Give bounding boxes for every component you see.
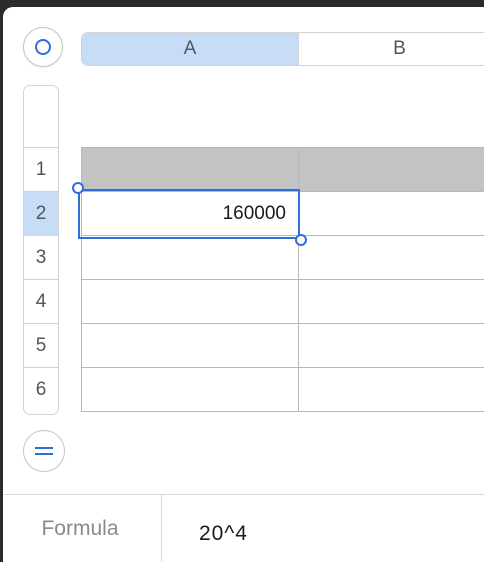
formula-input[interactable]: 20^4 [199,495,248,562]
cell-b1[interactable] [299,148,484,191]
cell-a3[interactable] [82,236,299,279]
row-header-4[interactable]: 4 [24,280,58,324]
table-row [82,368,484,412]
selection-handle-bottom-right[interactable] [295,234,307,246]
row-header-spacer [24,86,58,148]
cell-b3[interactable] [299,236,484,279]
selection-handle-top-left[interactable] [72,182,84,194]
cell-b6[interactable] [299,368,484,411]
cell-b4[interactable] [299,280,484,323]
spreadsheet-window: A B 1 2 3 4 5 6 160000 Formula 20^4 [3,7,484,562]
table-row [82,236,484,280]
column-header-b[interactable]: B [299,33,484,65]
cell-grid: 160000 [81,147,484,412]
formula-bar: Formula 20^4 [3,494,484,562]
row-header-bar: 1 2 3 4 5 6 [23,85,59,415]
formula-toggle-button[interactable] [23,430,65,472]
cell-b5[interactable] [299,324,484,367]
formula-label: Formula [3,495,162,562]
table-row: 160000 [82,192,484,236]
table-row [82,280,484,324]
circle-select-icon [35,39,51,55]
table-row [82,324,484,368]
cell-a4[interactable] [82,280,299,323]
cell-a2[interactable]: 160000 [82,192,299,235]
cell-a5[interactable] [82,324,299,367]
equals-icon [35,447,53,455]
row-header-2[interactable]: 2 [24,192,58,236]
select-all-button[interactable] [23,27,63,67]
row-header-6[interactable]: 6 [24,368,58,412]
row-header-3[interactable]: 3 [24,236,58,280]
cell-a1[interactable] [82,148,299,191]
column-header-bar: A B [81,32,484,66]
cell-a6[interactable] [82,368,299,411]
row-header-5[interactable]: 5 [24,324,58,368]
cell-b2[interactable] [299,192,484,235]
table-row [82,148,484,192]
column-header-a[interactable]: A [82,33,299,65]
row-header-1[interactable]: 1 [24,148,58,192]
